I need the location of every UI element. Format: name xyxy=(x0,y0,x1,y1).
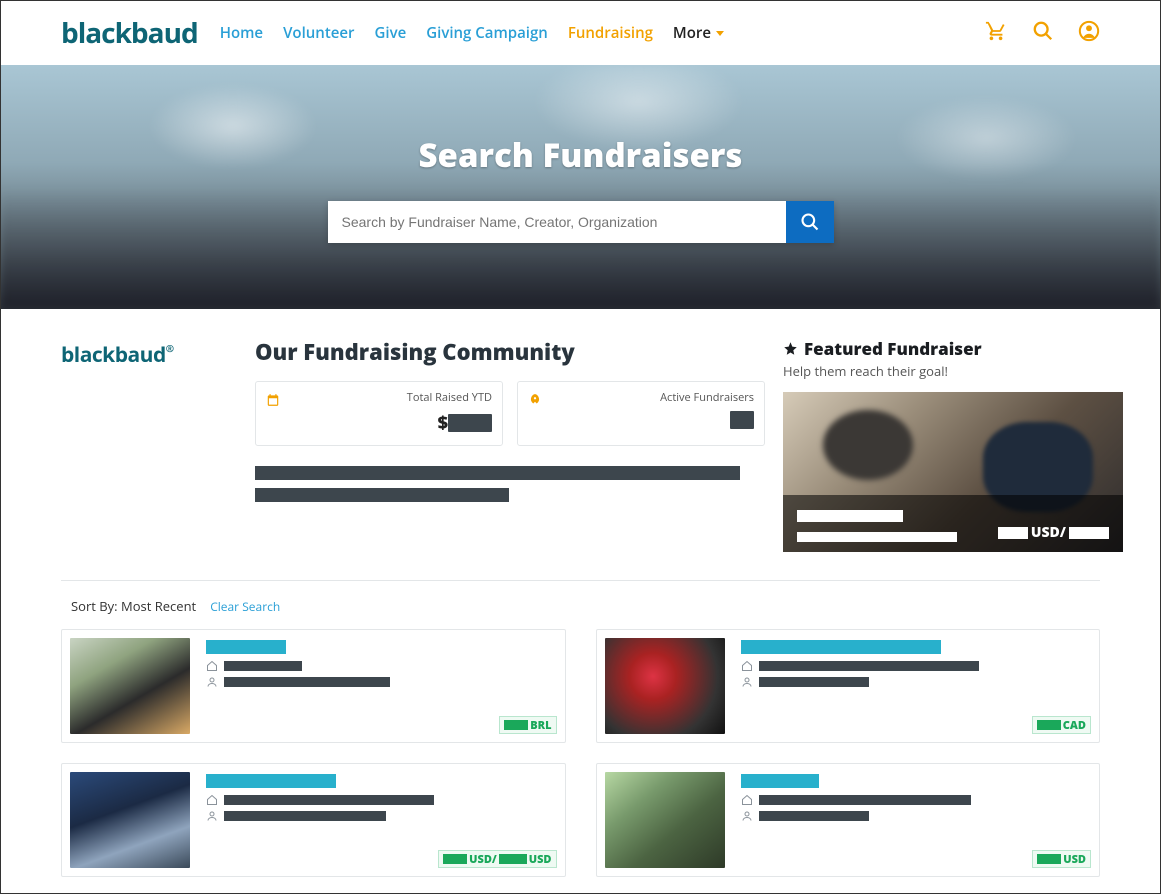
fundraiser-card[interactable]: BRL xyxy=(61,629,566,743)
card-title xyxy=(206,640,286,654)
account-icon[interactable] xyxy=(1078,20,1100,47)
card-thumbnail xyxy=(605,638,725,734)
search-bar xyxy=(328,201,834,243)
card-title xyxy=(741,774,819,788)
nav-give[interactable]: Give xyxy=(375,23,407,43)
clear-search-link[interactable]: Clear Search xyxy=(210,598,280,615)
house-icon xyxy=(741,794,753,806)
top-nav: blackbaud Home Volunteer Give Giving Cam… xyxy=(1,1,1160,65)
nav-more[interactable]: More xyxy=(673,23,724,43)
calendar-icon xyxy=(266,390,280,412)
featured-card[interactable]: USD/ xyxy=(783,392,1123,552)
card-org xyxy=(741,660,1092,672)
top-nav-left: blackbaud Home Volunteer Give Giving Cam… xyxy=(61,14,724,52)
card-org xyxy=(206,794,557,806)
raised-badge: USD xyxy=(1032,850,1091,868)
card-creator xyxy=(741,676,1092,688)
user-icon xyxy=(741,810,753,822)
sort-label: Sort By: Most Recent xyxy=(71,597,196,615)
brand-logo[interactable]: blackbaud xyxy=(61,14,198,52)
fundraiser-card[interactable]: USD/ USD xyxy=(61,763,566,877)
raised-badge: USD/ USD xyxy=(438,850,556,868)
caret-down-icon xyxy=(716,31,724,36)
featured-goal: USD/ xyxy=(998,523,1109,542)
primary-nav: Home Volunteer Give Giving Campaign Fund… xyxy=(220,23,724,43)
featured-title: Featured Fundraiser xyxy=(783,337,1123,360)
fundraiser-card[interactable]: USD xyxy=(596,763,1101,877)
house-icon xyxy=(206,794,218,806)
user-icon xyxy=(206,676,218,688)
card-thumbnail xyxy=(70,772,190,868)
nav-fundraising[interactable]: Fundraising xyxy=(568,23,653,43)
card-org xyxy=(741,794,1092,806)
community-heading: Our Fundraising Community xyxy=(255,337,765,367)
card-thumbnail xyxy=(605,772,725,868)
house-icon xyxy=(741,660,753,672)
org-brand: blackbaud® xyxy=(61,337,237,552)
card-title xyxy=(741,640,941,654)
card-title xyxy=(206,774,336,788)
card-creator xyxy=(206,676,557,688)
rocket-icon xyxy=(528,390,542,412)
fundraiser-card[interactable]: CAD xyxy=(596,629,1101,743)
stat-value xyxy=(528,411,754,429)
search-icon xyxy=(800,212,820,232)
raised-badge: BRL xyxy=(499,716,556,734)
featured-subtitle: Help them reach their goal! xyxy=(783,362,1123,380)
main-content: blackbaud® Our Fundraising Community Tot… xyxy=(1,309,1160,877)
user-icon xyxy=(206,810,218,822)
community-grid: blackbaud® Our Fundraising Community Tot… xyxy=(61,337,1100,552)
community-description xyxy=(255,466,765,502)
featured-name xyxy=(797,510,903,522)
stat-active-fundraisers: Active Fundraisers xyxy=(517,381,765,446)
nav-home[interactable]: Home xyxy=(220,23,263,43)
featured-org xyxy=(797,532,957,542)
community-column: Our Fundraising Community Total Raised Y… xyxy=(255,337,765,552)
cart-icon[interactable] xyxy=(984,20,1008,47)
card-creator xyxy=(206,810,557,822)
top-nav-right xyxy=(984,20,1100,47)
stat-label: Total Raised YTD xyxy=(266,390,492,405)
section-divider xyxy=(61,580,1100,581)
sort-row: Sort By: Most Recent Clear Search xyxy=(61,593,1100,625)
card-thumbnail xyxy=(70,638,190,734)
raised-badge: CAD xyxy=(1032,716,1091,734)
stat-value: $ xyxy=(266,411,492,435)
card-creator xyxy=(741,810,1092,822)
nav-volunteer[interactable]: Volunteer xyxy=(283,23,354,43)
star-icon xyxy=(783,341,798,356)
card-org xyxy=(206,660,557,672)
hero-title: Search Fundraisers xyxy=(419,132,743,177)
stats-row: Total Raised YTD $ Active Fundraisers xyxy=(255,381,765,446)
featured-overlay: USD/ xyxy=(783,495,1123,552)
search-input[interactable] xyxy=(328,201,786,243)
nav-giving-campaign[interactable]: Giving Campaign xyxy=(426,23,548,43)
search-icon[interactable] xyxy=(1032,20,1054,47)
stat-label: Active Fundraisers xyxy=(528,390,754,405)
search-submit-button[interactable] xyxy=(786,201,834,243)
house-icon xyxy=(206,660,218,672)
user-icon xyxy=(741,676,753,688)
stat-total-raised: Total Raised YTD $ xyxy=(255,381,503,446)
fundraiser-grid: BRL CAD xyxy=(61,629,1100,877)
hero-banner: Search Fundraisers xyxy=(1,65,1160,309)
featured-column: Featured Fundraiser Help them reach thei… xyxy=(783,337,1123,552)
nav-more-label: More xyxy=(673,23,711,43)
